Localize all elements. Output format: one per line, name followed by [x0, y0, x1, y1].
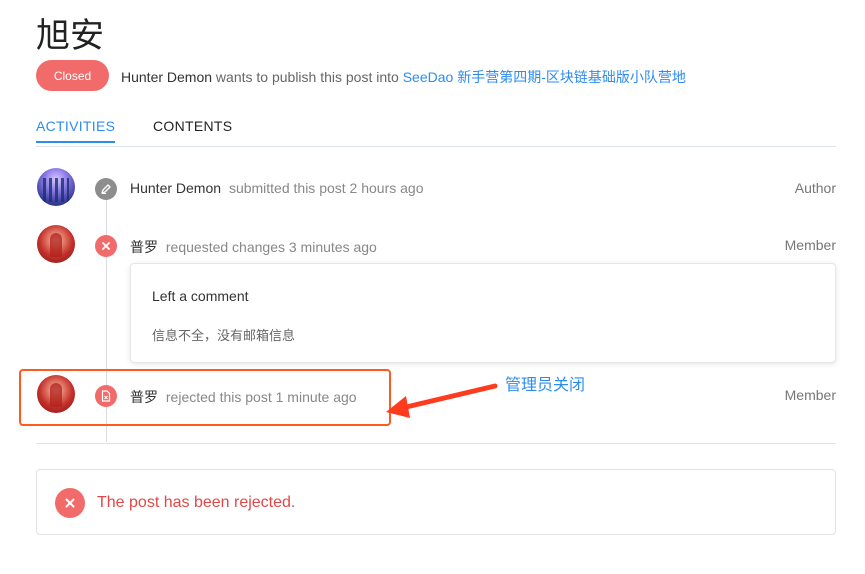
divider [36, 443, 836, 444]
publish-author[interactable]: Hunter Demon [121, 69, 212, 85]
close-icon [95, 235, 117, 257]
activity-action: requested changes 3 minutes ago [165, 239, 377, 255]
annotation-arrow-icon [386, 383, 498, 418]
publish-text: wants to publish this post into [212, 69, 403, 85]
activity-user[interactable]: Hunter Demon [130, 180, 221, 196]
comment-title: Left a comment [152, 288, 249, 304]
activity-action: submitted this post 2 hours ago [228, 180, 424, 196]
publish-info: Hunter Demon wants to publish this post … [121, 67, 686, 87]
post-title: 旭安 [36, 16, 104, 56]
activity-role: Member [784, 387, 836, 403]
pen-icon [95, 178, 117, 200]
comment-card: Left a comment 信息不全，没有邮箱信息 [130, 263, 836, 363]
publish-target-link[interactable]: SeeDao 新手营第四期-区块链基础版小队营地 [403, 69, 686, 85]
error-icon [55, 488, 85, 518]
comment-body: 信息不全，没有邮箱信息 [152, 328, 296, 343]
activity-user[interactable]: 普罗 [130, 239, 158, 255]
tab-contents[interactable]: CONTENTS [153, 118, 232, 141]
activity-role: Author [794, 180, 836, 196]
activity-item: 普罗 requested changes 3 minutes ago [130, 237, 377, 257]
avatar[interactable] [37, 168, 75, 206]
tab-activities[interactable]: ACTIVITIES [36, 118, 116, 143]
annotation-highlight-box [19, 369, 391, 426]
avatar[interactable] [37, 225, 75, 263]
activity-item: Hunter Demon submitted this post 2 hours… [130, 180, 424, 196]
status-badge: Closed [36, 60, 109, 91]
tab-bar: ACTIVITIES CONTENTS [36, 118, 836, 147]
annotation-label: 管理员关闭 [505, 377, 586, 394]
rejected-alert: The post has been rejected. [36, 469, 836, 535]
alert-message: The post has been rejected. [97, 494, 296, 511]
activity-role: Member [784, 237, 836, 253]
